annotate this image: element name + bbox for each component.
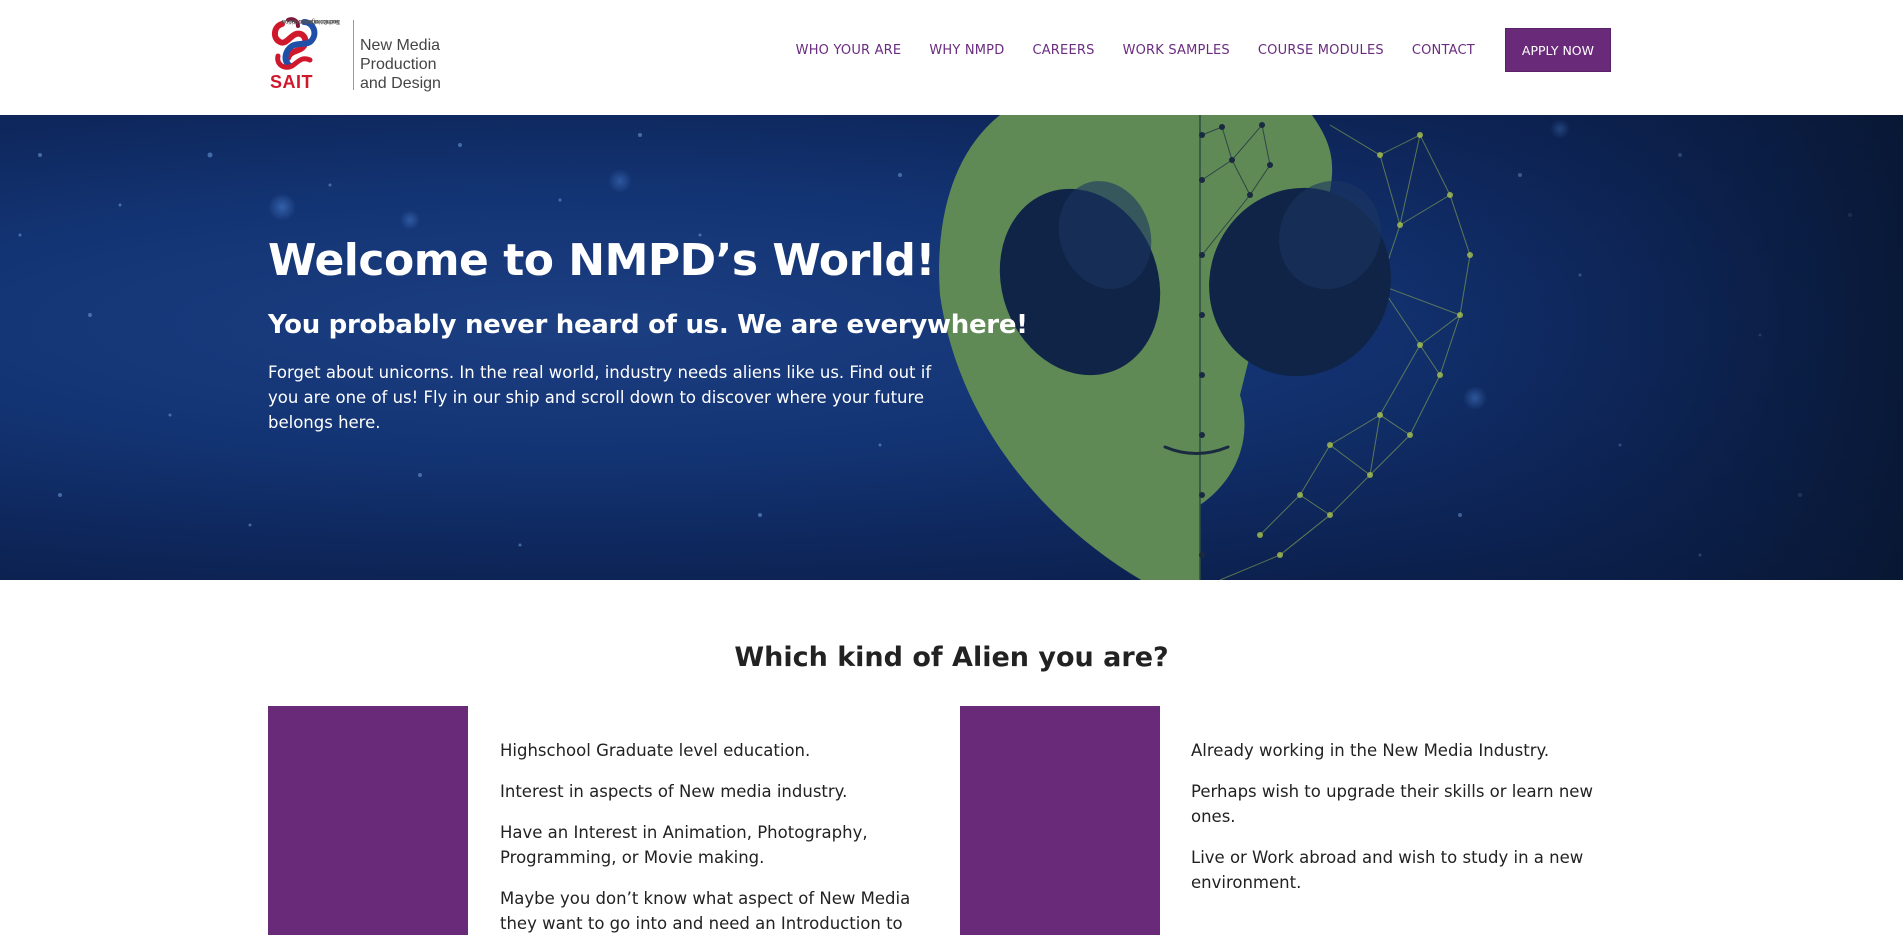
site-header: SAIT School of Information and Communicat… [0,0,1903,115]
nav-contact[interactable]: CONTACT [1412,43,1475,58]
hero-banner: Welcome to NMPD’s World! You probably ne… [0,115,1903,580]
nav-who-your-are[interactable]: WHO YOUR ARE [796,43,902,58]
sait-nmpd-logo[interactable]: SAIT School of Information and Communicat… [268,16,448,94]
nav-why-nmpd[interactable]: WHY NMPD [929,43,1004,58]
hero-description: Forget about unicorns. In the real world… [268,363,932,432]
program-line: New Media [360,37,441,54]
hero-title: Welcome to NMPD’s World! [268,235,935,286]
logo-divider [353,20,354,90]
sait-emblem-icon [272,17,318,70]
nav-careers[interactable]: CAREERS [1032,43,1094,58]
sait-wordmark: SAIT [270,72,314,92]
school-line: Technologies [303,18,340,25]
nav-work-samples[interactable]: WORK SAMPLES [1123,43,1230,58]
section-title: Which kind of Alien you are? [734,642,1169,673]
program-line: and Design [360,75,441,92]
card-text-left: Highschool Graduate level education. Int… [500,738,920,935]
program-name: New Media Production and Design [360,36,441,93]
list-item: Live or Work abroad and wish to study in… [1191,848,1584,892]
list-item: Have an Interest in Animation, Photograp… [500,823,868,867]
card-image-left [268,706,468,935]
list-item: Perhaps wish to upgrade their skills or … [1191,782,1593,826]
program-line: Production [360,56,437,73]
list-item: Already working in the New Media Industr… [1191,741,1550,760]
card-image-right [960,706,1160,935]
apply-now-button[interactable]: APPLY NOW [1504,28,1611,72]
main-nav: WHO YOUR ARE WHY NMPD CAREERS WORK SAMPL… [768,28,1611,72]
space-alien-illustration [18,115,1903,580]
hero-subtitle: You probably never heard of us. We are e… [268,310,1028,340]
list-item: Maybe you don’t know what aspect of New … [500,889,911,933]
card-text-right: Already working in the New Media Industr… [1191,738,1611,911]
list-item: Interest in aspects of New media industr… [500,782,848,801]
list-item: Highschool Graduate level education. [500,741,811,760]
nav-course-modules[interactable]: COURSE MODULES [1258,43,1384,58]
